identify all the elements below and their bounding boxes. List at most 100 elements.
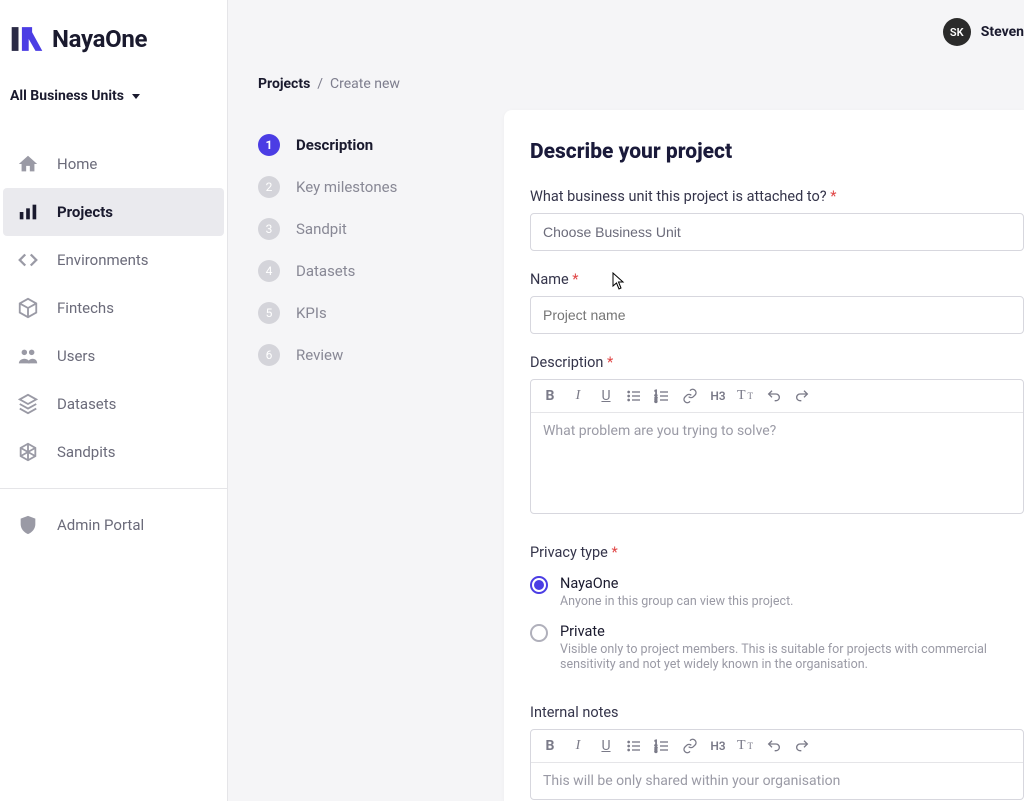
radio-selected-icon bbox=[530, 576, 548, 594]
sidebar-item-fintechs[interactable]: Fintechs bbox=[3, 284, 224, 332]
step-label: Sandpit bbox=[296, 220, 347, 238]
code-icon bbox=[15, 249, 41, 271]
divider bbox=[0, 488, 227, 489]
user-menu[interactable]: SK Steven bbox=[943, 18, 1024, 46]
business-unit-select[interactable]: Choose Business Unit bbox=[530, 213, 1024, 251]
list-ul-icon[interactable] bbox=[625, 736, 643, 756]
breadcrumb-sep: / bbox=[317, 76, 323, 92]
sidebar-item-admin-portal[interactable]: Admin Portal bbox=[3, 501, 224, 549]
sidebar-item-users[interactable]: Users bbox=[3, 332, 224, 380]
notes-textarea[interactable]: This will be only shared within your org… bbox=[531, 763, 1023, 799]
redo-icon[interactable] bbox=[793, 386, 811, 406]
link-icon[interactable] bbox=[681, 386, 699, 406]
required-marker: * bbox=[830, 188, 836, 205]
underline-icon[interactable]: U bbox=[597, 386, 615, 406]
business-unit-selector[interactable]: All Business Units bbox=[0, 78, 227, 124]
user-name: Steven bbox=[981, 24, 1024, 40]
step-review[interactable]: 6 Review bbox=[258, 334, 490, 376]
step-kpis[interactable]: 5 KPIs bbox=[258, 292, 490, 334]
breadcrumb: Projects / Create new bbox=[258, 76, 490, 92]
undo-icon[interactable] bbox=[765, 386, 783, 406]
step-number: 6 bbox=[258, 344, 280, 366]
underline-icon[interactable]: U bbox=[597, 736, 615, 756]
heading-icon[interactable]: H3 bbox=[709, 386, 727, 406]
sidebar-item-label: Environments bbox=[57, 251, 149, 269]
step-datasets[interactable]: 4 Datasets bbox=[258, 250, 490, 292]
sidebar-item-environments[interactable]: Environments bbox=[3, 236, 224, 284]
bold-icon[interactable]: B bbox=[541, 736, 559, 756]
sidebar-item-sandpits[interactable]: Sandpits bbox=[3, 428, 224, 476]
undo-icon[interactable] bbox=[765, 736, 783, 756]
text-format-icon[interactable]: TT bbox=[737, 736, 755, 756]
sidebar-item-datasets[interactable]: Datasets bbox=[3, 380, 224, 428]
step-number: 3 bbox=[258, 218, 280, 240]
link-icon[interactable] bbox=[681, 736, 699, 756]
sidebar-item-home[interactable]: Home bbox=[3, 140, 224, 188]
shield-icon bbox=[15, 514, 41, 536]
step-number: 5 bbox=[258, 302, 280, 324]
description-textarea[interactable]: What problem are you trying to solve? bbox=[531, 413, 1023, 513]
chevron-down-icon bbox=[132, 94, 140, 99]
radio-unselected-icon bbox=[530, 624, 548, 642]
list-ol-icon[interactable]: 123 bbox=[653, 386, 671, 406]
italic-icon[interactable]: I bbox=[569, 736, 587, 756]
sidebar-item-projects[interactable]: Projects bbox=[3, 188, 224, 236]
projects-icon bbox=[15, 201, 41, 223]
sandpit-icon bbox=[15, 441, 41, 463]
breadcrumb-root[interactable]: Projects bbox=[258, 76, 310, 92]
notes-editor: B I U 123 H3 TT This will be only shared… bbox=[530, 729, 1024, 800]
wizard-steps: 1 Description 2 Key milestones 3 Sandpit… bbox=[258, 124, 490, 376]
redo-icon[interactable] bbox=[793, 736, 811, 756]
radio-label: NayaOne bbox=[560, 575, 793, 592]
svg-text:3: 3 bbox=[655, 749, 658, 754]
step-number: 2 bbox=[258, 176, 280, 198]
privacy-option-nayaone[interactable]: NayaOne Anyone in this group can view th… bbox=[530, 575, 1024, 609]
svg-text:3: 3 bbox=[655, 399, 658, 404]
required-marker: * bbox=[607, 354, 613, 371]
list-ol-icon[interactable]: 123 bbox=[653, 736, 671, 756]
step-label: Datasets bbox=[296, 262, 355, 280]
users-icon bbox=[15, 345, 41, 367]
privacy-field-label: Privacy type * bbox=[530, 544, 1024, 561]
list-ul-icon[interactable] bbox=[625, 386, 643, 406]
name-field-label: Name * bbox=[530, 271, 1024, 288]
layers-icon bbox=[15, 393, 41, 415]
form-panel: Describe your project What business unit… bbox=[504, 110, 1024, 801]
radio-description: Visible only to project members. This is… bbox=[560, 642, 1024, 672]
bold-icon[interactable]: B bbox=[541, 386, 559, 406]
rte-toolbar: B I U 123 H3 TT bbox=[531, 730, 1023, 763]
logo[interactable]: NayaOne bbox=[0, 0, 227, 78]
step-description[interactable]: 1 Description bbox=[258, 124, 490, 166]
sidebar: NayaOne All Business Units Home Projects… bbox=[0, 0, 228, 801]
step-label: KPIs bbox=[296, 304, 327, 322]
radio-label: Private bbox=[560, 623, 1024, 640]
sidebar-item-label: Admin Portal bbox=[57, 516, 144, 534]
breadcrumb-leaf: Create new bbox=[330, 76, 400, 92]
heading-icon[interactable]: H3 bbox=[709, 736, 727, 756]
page-title: Describe your project bbox=[530, 140, 1024, 164]
home-icon bbox=[15, 153, 41, 175]
required-marker: * bbox=[572, 271, 578, 288]
wizard-pane: Projects / Create new 1 Description 2 Ke… bbox=[228, 0, 504, 376]
italic-icon[interactable]: I bbox=[569, 386, 587, 406]
sidebar-item-label: Projects bbox=[57, 203, 113, 221]
notes-field-label: Internal notes bbox=[530, 704, 1024, 721]
sidebar-item-label: Sandpits bbox=[57, 443, 116, 461]
step-label: Review bbox=[296, 346, 343, 364]
step-sandpit[interactable]: 3 Sandpit bbox=[258, 208, 490, 250]
step-key-milestones[interactable]: 2 Key milestones bbox=[258, 166, 490, 208]
required-marker: * bbox=[611, 544, 617, 561]
avatar: SK bbox=[943, 18, 971, 46]
nav-list: Home Projects Environments Fintechs User… bbox=[0, 124, 227, 476]
rte-toolbar: B I U 123 H3 TT bbox=[531, 380, 1023, 413]
text-format-icon[interactable]: TT bbox=[737, 386, 755, 406]
project-name-input[interactable] bbox=[530, 296, 1024, 334]
description-field-label: Description * bbox=[530, 354, 1024, 371]
description-editor: B I U 123 H3 TT What problem are you try… bbox=[530, 379, 1024, 514]
sidebar-item-label: Fintechs bbox=[57, 299, 114, 317]
sidebar-item-label: Home bbox=[57, 155, 97, 173]
cube-icon bbox=[15, 297, 41, 319]
logo-text: NayaOne bbox=[52, 25, 147, 53]
nav-list-admin: Admin Portal bbox=[0, 501, 227, 549]
privacy-option-private[interactable]: Private Visible only to project members.… bbox=[530, 623, 1024, 672]
